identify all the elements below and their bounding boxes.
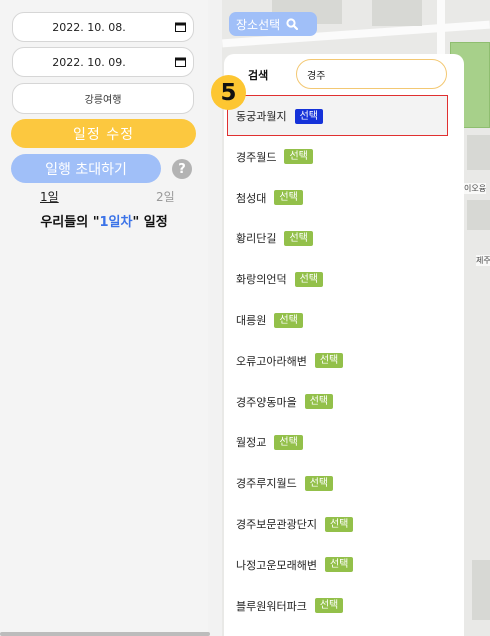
invite-companions-button[interactable]: 일행 초대하기 (11, 154, 161, 183)
result-row[interactable]: 경주루지월드 선택 (236, 472, 334, 494)
result-row[interactable]: 월정교 선택 (236, 431, 303, 453)
result-row[interactable]: 오류고아라해변 선택 (236, 350, 344, 372)
tab-day-1[interactable]: 1일 (40, 188, 59, 205)
calendar-icon[interactable] (175, 22, 186, 32)
trip-sidebar: 2022. 10. 08. 2022. 10. 09. 강릉여행 일정 수정 일… (0, 0, 208, 636)
search-icon (286, 18, 299, 30)
end-date-value: 2022. 10. 09. (52, 55, 126, 69)
map-block (372, 0, 422, 26)
schedule-title-suffix: " 일정 (132, 215, 168, 230)
map-block (472, 560, 490, 620)
result-name: 첨성대 (236, 191, 267, 205)
result-row[interactable]: 경주양동마을 선택 (236, 391, 334, 413)
result-row[interactable]: 경주보문관광단지 선택 (236, 513, 354, 535)
select-button[interactable]: 선택 (274, 434, 303, 450)
result-name: 오류고아라해변 (236, 354, 307, 368)
help-icon[interactable]: ? (172, 159, 192, 179)
edit-schedule-button[interactable]: 일정 수정 (11, 119, 196, 148)
select-button[interactable]: 선택 (284, 149, 313, 165)
result-name: 나정고운모래해변 (236, 558, 317, 572)
result-name: 경주양동마을 (236, 395, 297, 409)
step-badge: 5 (211, 75, 246, 110)
result-name: 월정교 (236, 436, 267, 450)
select-button[interactable]: 선택 (304, 394, 334, 410)
start-date-field[interactable]: 2022. 10. 08. (12, 12, 194, 42)
trip-name-field[interactable]: 강릉여행 (12, 83, 194, 114)
result-name: 경주루지월드 (236, 477, 297, 491)
select-button[interactable]: 선택 (324, 557, 354, 573)
select-button[interactable]: 선택 (314, 353, 344, 369)
result-row[interactable]: 블루원워터파크 선택 (236, 595, 344, 617)
result-name: 경주보문관광단지 (236, 518, 317, 531)
result-name: 경주월드 (236, 150, 277, 164)
result-row[interactable]: 화랑의언덕 선택 (236, 268, 324, 290)
schedule-title-prefix: 우리들의 " (40, 215, 100, 230)
place-select-label: 장소선택 (236, 17, 281, 32)
schedule-title: 우리들의 "1일차" 일정 (0, 211, 208, 230)
select-button[interactable]: 선택 (274, 190, 303, 206)
search-panel (224, 54, 464, 636)
scrollbar[interactable] (0, 632, 210, 636)
map-block (467, 200, 490, 230)
select-button[interactable]: 선택 (314, 598, 344, 614)
start-date-value: 2022. 10. 08. (52, 20, 126, 34)
result-row[interactable]: 동궁과월지 선택 (236, 105, 324, 127)
place-select-button[interactable]: 장소선택 (229, 12, 317, 36)
result-name: 블루원워터파크 (236, 599, 307, 613)
select-button[interactable]: 선택 (324, 516, 354, 532)
result-name: 화랑의언덕 (236, 273, 287, 287)
select-button[interactable]: 선택 (294, 271, 324, 287)
select-button[interactable]: 선택 (274, 312, 303, 328)
select-button[interactable]: 선택 (294, 108, 324, 124)
end-date-field[interactable]: 2022. 10. 09. (12, 47, 194, 77)
schedule-title-day: 1일차 (99, 215, 133, 230)
result-row[interactable]: 나정고운모래해변 선택 (236, 554, 354, 576)
select-button[interactable]: 선택 (304, 475, 334, 491)
result-row[interactable]: 대릉원 선택 (236, 309, 303, 331)
result-row[interactable]: 경주월드 선택 (236, 146, 313, 168)
calendar-icon[interactable] (175, 57, 186, 67)
result-row[interactable]: 첨성대 선택 (236, 187, 303, 209)
search-label: 검색 (248, 69, 269, 82)
map-block (467, 135, 490, 170)
select-button[interactable]: 선택 (284, 230, 313, 246)
map-label: 이오융 (464, 183, 487, 194)
result-name: 동궁과월지 (236, 110, 287, 123)
map-label: 제주 (476, 255, 490, 266)
result-name: 황리단길 (236, 232, 277, 246)
search-input[interactable]: 경주 (296, 59, 447, 89)
result-row[interactable]: 황리단길 선택 (236, 227, 313, 249)
result-name: 대릉원 (236, 314, 267, 327)
tab-day-2[interactable]: 2일 (156, 188, 175, 205)
